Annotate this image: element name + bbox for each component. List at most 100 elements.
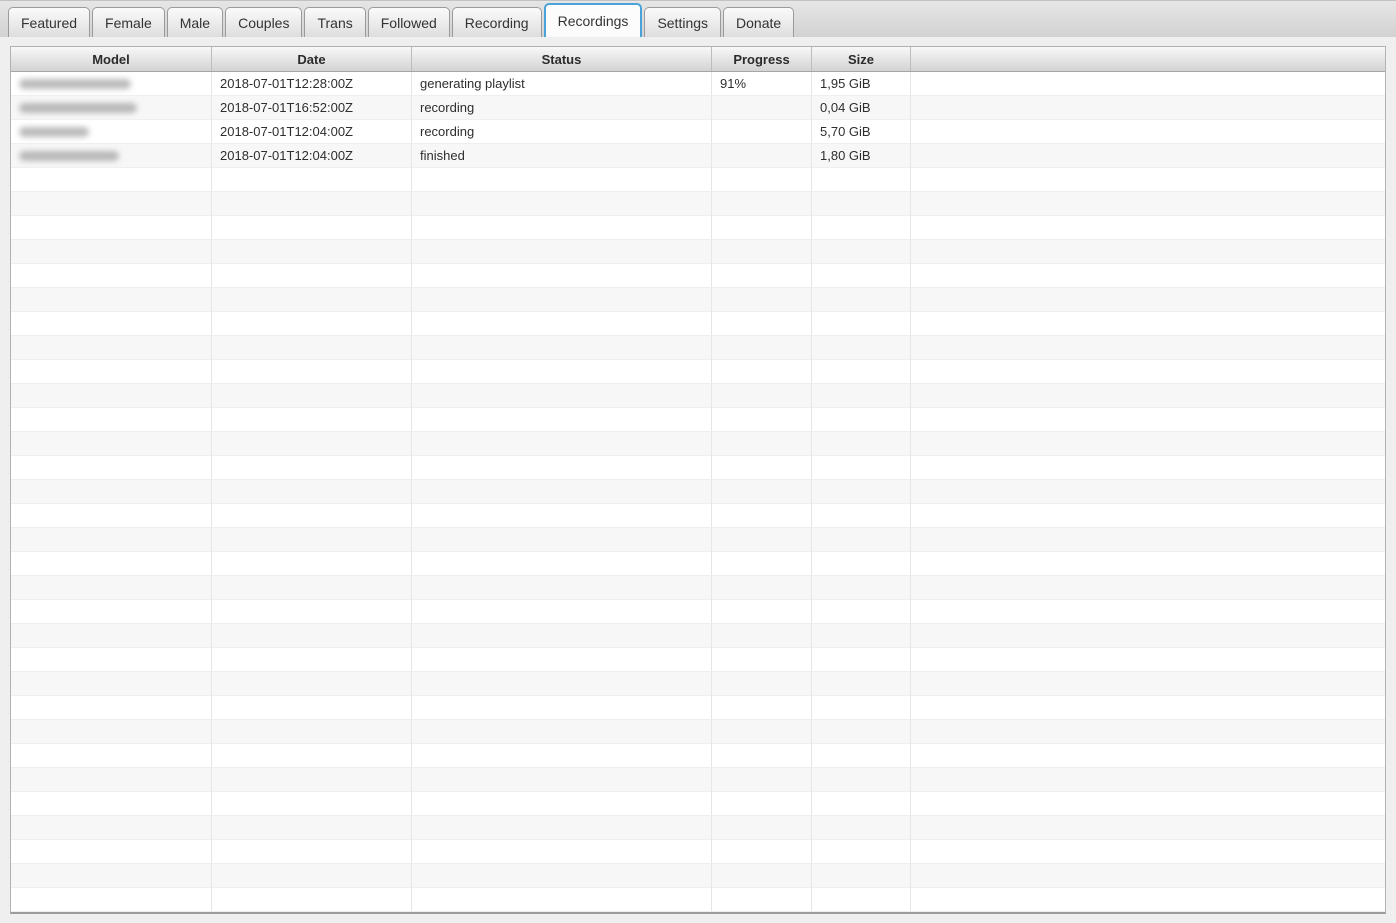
date-cell: 2018-07-01T12:04:00Z (212, 144, 412, 168)
progress-cell: 91% (712, 72, 812, 96)
date-cell (212, 768, 412, 792)
column-header-model[interactable]: Model (11, 47, 212, 71)
progress-cell (712, 672, 812, 696)
progress-cell (712, 504, 812, 528)
size-cell (812, 864, 911, 888)
size-cell (812, 240, 911, 264)
status-cell (412, 672, 712, 696)
progress-cell (712, 216, 812, 240)
progress-cell (712, 360, 812, 384)
status-cell: finished (412, 144, 712, 168)
spacer-cell (911, 672, 1385, 696)
table-row[interactable]: 2018-07-01T16:52:00Z recording 0,04 GiB (11, 96, 1385, 120)
spacer-cell (911, 768, 1385, 792)
status-cell (412, 864, 712, 888)
status-cell (412, 624, 712, 648)
date-cell (212, 528, 412, 552)
tab-recording[interactable]: Recording (451, 7, 542, 37)
status-cell: recording (412, 120, 712, 144)
table-row-empty (11, 768, 1385, 792)
model-cell (11, 480, 212, 504)
tab-featured[interactable]: Featured (8, 7, 91, 37)
table-row-empty (11, 408, 1385, 432)
model-cell (11, 672, 212, 696)
spacer-cell (911, 360, 1385, 384)
tab-donate[interactable]: Donate (723, 7, 795, 37)
date-cell: 2018-07-01T16:52:00Z (212, 96, 412, 120)
tab-followed[interactable]: Followed (367, 7, 450, 37)
date-cell (212, 576, 412, 600)
model-cell (11, 816, 212, 840)
date-cell (212, 504, 412, 528)
spacer-cell (911, 816, 1385, 840)
spacer-cell (911, 888, 1385, 912)
spacer-cell (911, 624, 1385, 648)
size-cell: 0,04 GiB (812, 96, 911, 120)
size-cell (812, 216, 911, 240)
table-row-empty (11, 624, 1385, 648)
model-cell (11, 576, 212, 600)
table-row[interactable]: 2018-07-01T12:28:00Z generating playlist 9… (11, 72, 1385, 96)
tab-bar: Featured Female Male Couples Trans Followed Re… (0, 0, 1396, 37)
model-cell (11, 432, 212, 456)
tab-settings[interactable]: Settings (644, 7, 722, 37)
model-cell (11, 696, 212, 720)
model-cell (11, 504, 212, 528)
progress-cell (712, 744, 812, 768)
table-body: 2018-07-01T12:28:00Z generating playlist 9… (11, 72, 1385, 912)
size-cell (812, 336, 911, 360)
tab-couples[interactable]: Couples (225, 7, 303, 37)
model-cell (11, 336, 212, 360)
table-row-empty (11, 360, 1385, 384)
status-cell (412, 216, 712, 240)
size-cell (812, 552, 911, 576)
status-cell (412, 744, 712, 768)
spacer-cell (911, 504, 1385, 528)
date-cell (212, 672, 412, 696)
column-header-progress[interactable]: Progress (712, 47, 812, 71)
column-header-status[interactable]: Status (412, 47, 712, 71)
size-cell (812, 720, 911, 744)
table-row-empty (11, 240, 1385, 264)
progress-cell (712, 792, 812, 816)
table-row[interactable]: 2018-07-01T12:04:00Z finished 1,80 GiB (11, 144, 1385, 168)
table-row-empty (11, 456, 1385, 480)
tab-recordings[interactable]: Recordings (543, 3, 643, 37)
date-cell: 2018-07-01T12:28:00Z (212, 72, 412, 96)
progress-cell (712, 480, 812, 504)
size-cell (812, 696, 911, 720)
status-cell (412, 504, 712, 528)
model-cell (11, 120, 212, 144)
table-row-empty (11, 264, 1385, 288)
status-cell (412, 600, 712, 624)
model-cell (11, 456, 212, 480)
table-row-empty (11, 864, 1385, 888)
size-cell (812, 312, 911, 336)
progress-cell (712, 96, 812, 120)
date-cell (212, 360, 412, 384)
spacer-cell (911, 96, 1385, 120)
status-cell (412, 240, 712, 264)
progress-cell (712, 864, 812, 888)
tab-male[interactable]: Male (166, 7, 224, 37)
column-header-size[interactable]: Size (812, 47, 911, 71)
spacer-cell (911, 384, 1385, 408)
status-cell (412, 768, 712, 792)
tab-female[interactable]: Female (92, 7, 165, 37)
model-cell (11, 408, 212, 432)
progress-cell (712, 120, 812, 144)
column-header-date[interactable]: Date (212, 47, 412, 71)
size-cell: 1,80 GiB (812, 144, 911, 168)
spacer-cell (911, 864, 1385, 888)
tab-trans[interactable]: Trans (304, 7, 366, 37)
status-cell (412, 360, 712, 384)
status-cell (412, 528, 712, 552)
status-cell (412, 168, 712, 192)
table-row[interactable]: 2018-07-01T12:04:00Z recording 5,70 GiB (11, 120, 1385, 144)
column-header-spacer (911, 47, 1385, 71)
spacer-cell (911, 720, 1385, 744)
table-row-empty (11, 528, 1385, 552)
size-cell (812, 528, 911, 552)
status-cell (412, 432, 712, 456)
progress-cell (712, 576, 812, 600)
